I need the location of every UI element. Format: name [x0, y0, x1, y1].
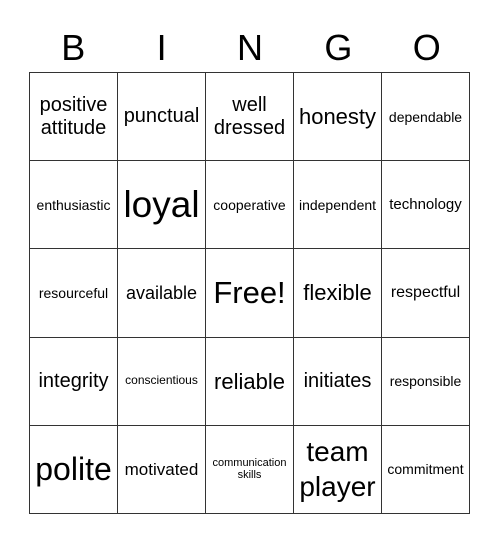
header-letter-i: I	[156, 27, 167, 68]
header-letter-b: B	[61, 27, 86, 68]
cell-label: conscientious	[125, 373, 198, 388]
cell-label: dependable	[388, 108, 463, 125]
cell-label: polite	[35, 450, 112, 487]
cell-label: integrity	[38, 369, 109, 392]
cell-label: cooperative	[213, 196, 286, 213]
cell-label: positive attitude	[39, 93, 108, 139]
free-space-label: Free!	[213, 275, 286, 311]
cell-label: flexible	[303, 280, 372, 306]
bingo-grid: positive attitude punctual well dressed …	[29, 72, 470, 514]
cell-label: punctual	[123, 105, 200, 128]
cell-label: well dressed	[213, 93, 286, 139]
bingo-cell-r1c4[interactable]: honesty	[294, 73, 382, 162]
cell-label: reliable	[214, 368, 285, 394]
header-letter-g: G	[324, 27, 353, 68]
cell-label: commitment	[387, 461, 464, 478]
bingo-cell-r1c2[interactable]: punctual	[118, 73, 206, 162]
cell-label: technology	[389, 196, 462, 214]
bingo-cell-r4c5[interactable]: responsible	[382, 337, 470, 426]
header-letter-o: O	[412, 27, 441, 68]
bingo-cell-r1c1[interactable]: positive attitude	[30, 73, 118, 162]
bingo-cell-r4c2[interactable]: conscientious	[118, 337, 206, 426]
bingo-cell-r5c3[interactable]: communication skills	[206, 425, 294, 514]
bingo-cell-r4c3[interactable]: reliable	[206, 337, 294, 426]
bingo-cell-r5c4[interactable]: team player	[294, 425, 382, 514]
bingo-cell-r4c1[interactable]: integrity	[30, 337, 118, 426]
bingo-cell-r3c1[interactable]: resourceful	[30, 249, 118, 338]
cell-label: motivated	[124, 459, 199, 479]
bingo-cell-r3c5[interactable]: respectful	[382, 249, 470, 338]
header-letter-n: N	[236, 27, 263, 68]
bingo-cell-r1c3[interactable]: well dressed	[206, 73, 294, 162]
bingo-cell-r2c3[interactable]: cooperative	[206, 161, 294, 250]
bingo-card: B I N G O positive attitude punctual wel…	[0, 0, 500, 544]
bingo-cell-r5c5[interactable]: commitment	[382, 425, 470, 514]
bingo-cell-r4c4[interactable]: initiates	[294, 337, 382, 426]
bingo-cell-r3c4[interactable]: flexible	[294, 249, 382, 338]
bingo-cell-r1c5[interactable]: dependable	[382, 73, 470, 162]
bingo-cell-free-space[interactable]: Free!	[206, 249, 294, 338]
bingo-cell-r2c1[interactable]: enthusiastic	[30, 161, 118, 250]
cell-label: communication skills	[212, 456, 287, 482]
cell-label: initiates	[303, 369, 372, 392]
cell-label: independent	[298, 196, 377, 213]
cell-label: team player	[299, 436, 376, 503]
cell-label: respectful	[390, 283, 461, 301]
bingo-cell-r3c2[interactable]: available	[118, 249, 206, 338]
bingo-cell-r2c2[interactable]: loyal	[118, 161, 206, 250]
bingo-cell-r5c1[interactable]: polite	[30, 425, 118, 514]
bingo-cell-r5c2[interactable]: motivated	[118, 425, 206, 514]
cell-label: resourceful	[38, 284, 109, 301]
bingo-header: B I N G O	[29, 26, 471, 70]
bingo-cell-r2c4[interactable]: independent	[294, 161, 382, 250]
cell-label: enthusiastic	[36, 196, 111, 213]
cell-label: honesty	[298, 103, 377, 129]
bingo-cell-r2c5[interactable]: technology	[382, 161, 470, 250]
cell-label: responsible	[389, 373, 462, 390]
cell-label: loyal	[123, 183, 200, 225]
cell-label: available	[125, 282, 198, 303]
